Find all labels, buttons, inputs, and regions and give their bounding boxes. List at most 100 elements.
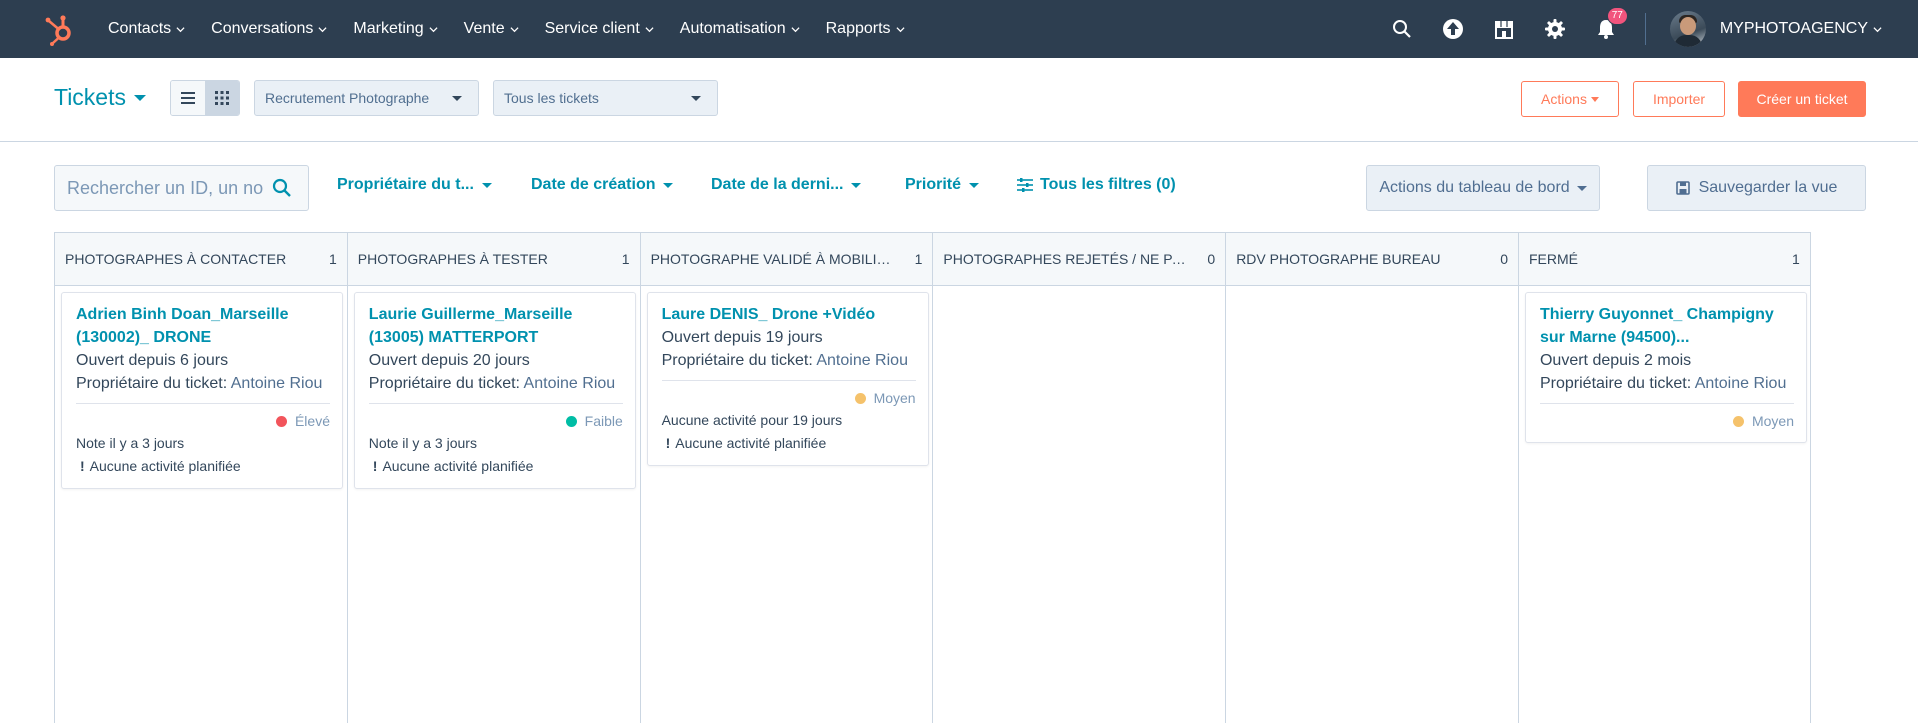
last-activity: Aucune activité pour 19 jours bbox=[661, 412, 843, 428]
ticket-title[interactable]: Thierry Guyonnet_ Champigny sur Marne (9… bbox=[1540, 303, 1794, 349]
owner-name: Antoine Riou bbox=[523, 375, 616, 392]
chevron-down-icon bbox=[791, 26, 800, 32]
nav-marketing[interactable]: Marketing bbox=[353, 20, 438, 38]
board-column: PHOTOGRAPHES À CONTACTER 1 Adrien Binh D… bbox=[54, 232, 347, 723]
grid-icon bbox=[215, 91, 230, 105]
create-ticket-button[interactable]: Créer un ticket bbox=[1738, 81, 1866, 117]
ticket-title[interactable]: Adrien Binh Doan_Marseille (130002)_ DRO… bbox=[76, 303, 330, 349]
activity-status: ! Aucune activité planifiée bbox=[662, 432, 916, 455]
caret-down-icon bbox=[452, 96, 462, 101]
priority-dot-icon bbox=[1732, 415, 1744, 427]
priority-filter-label: Priorité bbox=[905, 176, 962, 193]
gear-icon[interactable] bbox=[1543, 17, 1567, 41]
priority-indicator: Élevé bbox=[76, 410, 330, 432]
priority-label: Faible bbox=[584, 413, 623, 429]
account-menu[interactable]: MYPHOTOAGENCY bbox=[1720, 20, 1882, 38]
activity-label: Aucune activité planifiée bbox=[89, 458, 241, 474]
priority-label: Moyen bbox=[1751, 413, 1794, 429]
nav-label: Conversations bbox=[211, 20, 314, 37]
chevron-down-icon bbox=[176, 26, 185, 32]
ticket-owner-line: Propriétaire du ticket: Antoine Riou bbox=[1540, 372, 1794, 395]
search-input[interactable] bbox=[67, 166, 263, 210]
column-header[interactable]: RDV PHOTOGRAPHE BUREAU 0 bbox=[1226, 232, 1518, 286]
ticket-card[interactable]: Laure DENIS_ Drone +Vidéo Ouvert depuis … bbox=[646, 292, 929, 466]
view-toggle bbox=[170, 80, 240, 116]
hubspot-logo-icon[interactable] bbox=[42, 12, 76, 46]
board-column: PHOTOGRAPHE VALIDÉ À MOBILISER 1 Laure D… bbox=[639, 232, 933, 723]
nav-conversations[interactable]: Conversations bbox=[211, 20, 327, 38]
creation-date-filter[interactable]: Date de création bbox=[531, 176, 674, 194]
ticket-open-duration: Ouvert depuis 2 mois bbox=[1539, 352, 1692, 369]
column-name: PHOTOGRAPHES REJETÉS / NE PAS ... bbox=[943, 251, 1189, 267]
ticket-card[interactable]: Adrien Binh Doan_Marseille (130002)_ DRO… bbox=[61, 292, 343, 489]
nav-contacts[interactable]: Contacts bbox=[108, 20, 185, 38]
nav-label: Automatisation bbox=[679, 20, 786, 37]
upgrade-arrow-icon[interactable] bbox=[1441, 17, 1465, 41]
last-activity-date-filter[interactable]: Date de la derni... bbox=[711, 176, 862, 194]
marketplace-icon[interactable] bbox=[1492, 17, 1516, 41]
nav-automatisation[interactable]: Automatisation bbox=[680, 20, 800, 38]
ticket-open-duration: Ouvert depuis 19 jours bbox=[661, 329, 823, 346]
save-view-button[interactable]: Sauvegarder la vue bbox=[1647, 165, 1866, 211]
search-icon[interactable] bbox=[1390, 17, 1414, 41]
notification-count-badge: 77 bbox=[1606, 7, 1628, 25]
avatar[interactable] bbox=[1669, 11, 1706, 47]
caret-down-icon bbox=[481, 182, 492, 188]
board-actions-button[interactable]: Actions du tableau de bord bbox=[1366, 165, 1600, 211]
page-header: Tickets Recrutement Photographe Tous les… bbox=[0, 58, 1918, 142]
column-header[interactable]: PHOTOGRAPHE VALIDÉ À MOBILISER 1 bbox=[640, 232, 933, 286]
owner-label: Propriétaire du ticket: bbox=[368, 375, 520, 392]
pipeline-select-value: Recrutement Photographe bbox=[265, 90, 430, 106]
sliders-icon bbox=[1017, 178, 1033, 192]
ticket-card[interactable]: Laurie Guillerme_Marseille (13005) MATTE… bbox=[353, 292, 636, 489]
owner-name: Antoine Riou bbox=[1694, 375, 1787, 392]
column-header[interactable]: PHOTOGRAPHES REJETÉS / NE PAS ... 0 bbox=[933, 232, 1226, 286]
priority-indicator: Faible bbox=[369, 410, 623, 432]
ticket-open-duration: Ouvert depuis 20 jours bbox=[368, 352, 530, 369]
caret-down-icon bbox=[969, 182, 980, 188]
pipeline-select[interactable]: Recrutement Photographe bbox=[254, 80, 479, 116]
column-name: PHOTOGRAPHES À CONTACTER bbox=[65, 251, 287, 267]
owner-filter[interactable]: Propriétaire du t... bbox=[337, 176, 492, 194]
list-view-button[interactable] bbox=[171, 81, 205, 115]
column-count: 1 bbox=[914, 251, 923, 267]
exclamation-icon: ! bbox=[665, 435, 671, 451]
board-column: PHOTOGRAPHES À TESTER 1 Laurie Guillerme… bbox=[346, 232, 640, 723]
notifications-bell-icon[interactable]: 77 bbox=[1594, 7, 1628, 41]
caret-down-icon bbox=[663, 182, 674, 188]
divider bbox=[368, 403, 623, 404]
priority-filter[interactable]: Priorité bbox=[905, 176, 980, 194]
column-name: FERMÉ bbox=[1528, 251, 1578, 267]
list-icon bbox=[180, 92, 195, 104]
save-view-label: Sauvegarder la vue bbox=[1698, 179, 1838, 196]
owner-filter-label: Propriétaire du t... bbox=[337, 176, 474, 193]
column-header[interactable]: PHOTOGRAPHES À TESTER 1 bbox=[347, 232, 640, 286]
nav-rapports[interactable]: Rapports bbox=[826, 20, 905, 38]
board-view-button[interactable] bbox=[204, 81, 239, 115]
nav-divider bbox=[1644, 13, 1646, 45]
column-header[interactable]: FERMÉ 1 bbox=[1518, 232, 1810, 286]
chevron-down-icon bbox=[1873, 26, 1882, 32]
chevron-down-icon bbox=[318, 26, 327, 32]
search-box bbox=[54, 165, 309, 211]
ticket-title[interactable]: Laure DENIS_ Drone +Vidéo bbox=[662, 303, 916, 326]
nav-vente[interactable]: Vente bbox=[464, 20, 519, 38]
column-header[interactable]: PHOTOGRAPHES À CONTACTER 1 bbox=[55, 232, 347, 286]
ticket-open-duration: Ouvert depuis 6 jours bbox=[76, 352, 229, 369]
search-icon[interactable] bbox=[272, 178, 292, 198]
ticket-card[interactable]: Thierry Guyonnet_ Champigny sur Marne (9… bbox=[1524, 292, 1807, 443]
view-select[interactable]: Tous les tickets bbox=[493, 80, 718, 116]
page-title-label: Tickets bbox=[54, 84, 126, 110]
board-column: RDV PHOTOGRAPHE BUREAU 0 bbox=[1225, 232, 1518, 723]
top-navigation: Contacts Conversations Marketing Vente S… bbox=[0, 0, 1918, 58]
all-filters-button[interactable]: Tous les filtres (0) bbox=[1017, 176, 1176, 194]
account-name: MYPHOTOAGENCY bbox=[1719, 20, 1868, 37]
ticket-owner-line: Propriétaire du ticket: Antoine Riou bbox=[76, 372, 330, 395]
actions-button[interactable]: Actions bbox=[1521, 81, 1619, 117]
ticket-title[interactable]: Laurie Guillerme_Marseille (13005) MATTE… bbox=[369, 303, 623, 349]
priority-dot-icon bbox=[854, 392, 866, 404]
import-button[interactable]: Importer bbox=[1633, 81, 1725, 117]
nav-service-client[interactable]: Service client bbox=[545, 20, 654, 38]
page-title[interactable]: Tickets bbox=[54, 84, 146, 111]
ticket-owner-line: Propriétaire du ticket: Antoine Riou bbox=[369, 372, 623, 395]
